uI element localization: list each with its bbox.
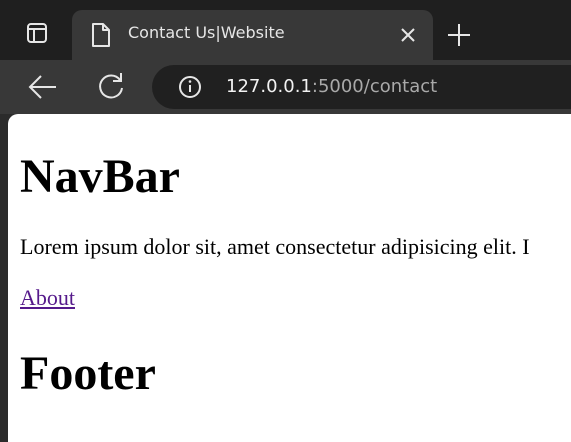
address-bar[interactable]: 127.0.0.1:5000/contact xyxy=(152,65,571,109)
reload-icon[interactable] xyxy=(94,70,128,104)
tab-title: Contact Us|Website xyxy=(128,23,285,42)
info-icon[interactable] xyxy=(178,75,202,99)
navbar-heading: NavBar xyxy=(20,150,180,203)
tab-actions-button[interactable] xyxy=(14,13,60,53)
url-text[interactable]: 127.0.0.1:5000/contact xyxy=(226,76,437,97)
active-tab[interactable]: Contact Us|Website xyxy=(72,10,433,60)
tab-actions-icon xyxy=(27,23,47,43)
url-host: 127.0.0.1 xyxy=(226,76,312,97)
intro-paragraph: Lorem ipsum dolor sit, amet consectetur … xyxy=(20,234,530,259)
about-link[interactable]: About xyxy=(20,285,75,311)
tab-strip: Contact Us|Website xyxy=(0,0,571,60)
browser-toolbar: 127.0.0.1:5000/contact xyxy=(0,60,571,114)
url-path: :5000/contact xyxy=(311,76,438,97)
page-icon xyxy=(92,23,110,47)
page-viewport: NavBar Lorem ipsum dolor sit, amet conse… xyxy=(8,114,571,442)
close-icon[interactable] xyxy=(398,25,418,45)
back-arrow-icon[interactable] xyxy=(26,72,60,102)
new-tab-plus-icon[interactable] xyxy=(444,20,474,50)
footer-heading: Footer xyxy=(20,347,156,400)
